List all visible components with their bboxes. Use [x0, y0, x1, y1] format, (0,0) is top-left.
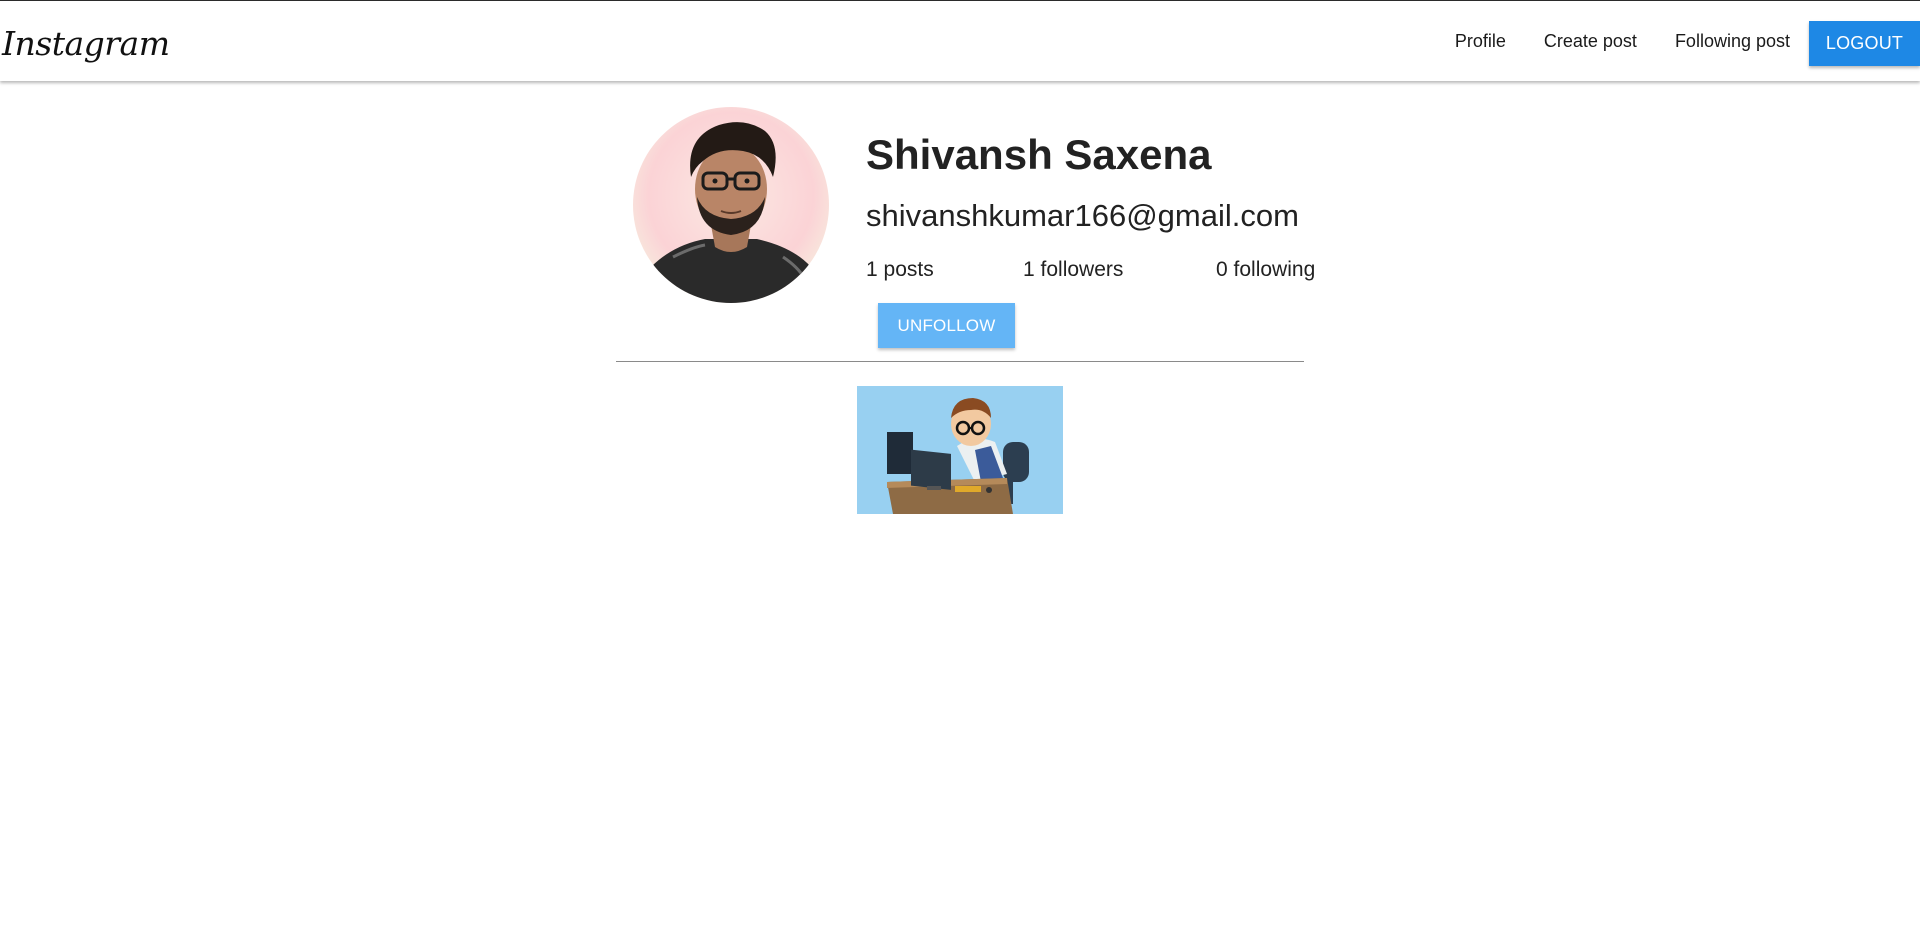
stat-following: 0 following — [1216, 258, 1315, 282]
posts-gallery — [857, 386, 1063, 514]
stat-followers-label: followers — [1040, 258, 1124, 281]
nav-link-profile[interactable]: Profile — [1436, 1, 1525, 81]
stat-followers: 1 followers — [1023, 258, 1123, 282]
avatar-image — [633, 107, 829, 303]
profile-name: Shivansh Saxena — [866, 131, 1212, 178]
stat-posts-count: 1 — [866, 258, 878, 281]
stat-following-count: 0 — [1216, 258, 1228, 281]
post-thumbnail[interactable] — [857, 386, 1063, 514]
avatar — [633, 107, 829, 303]
unfollow-button[interactable]: UNFOLLOW — [878, 303, 1015, 348]
stat-posts-label: posts — [883, 258, 934, 281]
nav-links: Profile Create post Following post LOGOU… — [1436, 1, 1920, 81]
navbar: Instagram Profile Create post Following … — [0, 0, 1920, 81]
logout-button[interactable]: LOGOUT — [1809, 20, 1920, 66]
profile-header: Shivansh Saxena shivanshkumar166@gmail.c… — [616, 81, 1315, 362]
stat-followers-count: 1 — [1023, 258, 1035, 281]
nav-link-create-post[interactable]: Create post — [1525, 1, 1656, 81]
stat-following-label: following — [1233, 258, 1316, 281]
profile-email: shivanshkumar166@gmail.com — [866, 198, 1299, 233]
brand-logo[interactable]: Instagram — [2, 19, 170, 69]
nav-link-following-post[interactable]: Following post — [1656, 1, 1809, 81]
stat-posts: 1 posts — [866, 258, 934, 282]
post-image-programmer-icon — [857, 386, 1063, 514]
